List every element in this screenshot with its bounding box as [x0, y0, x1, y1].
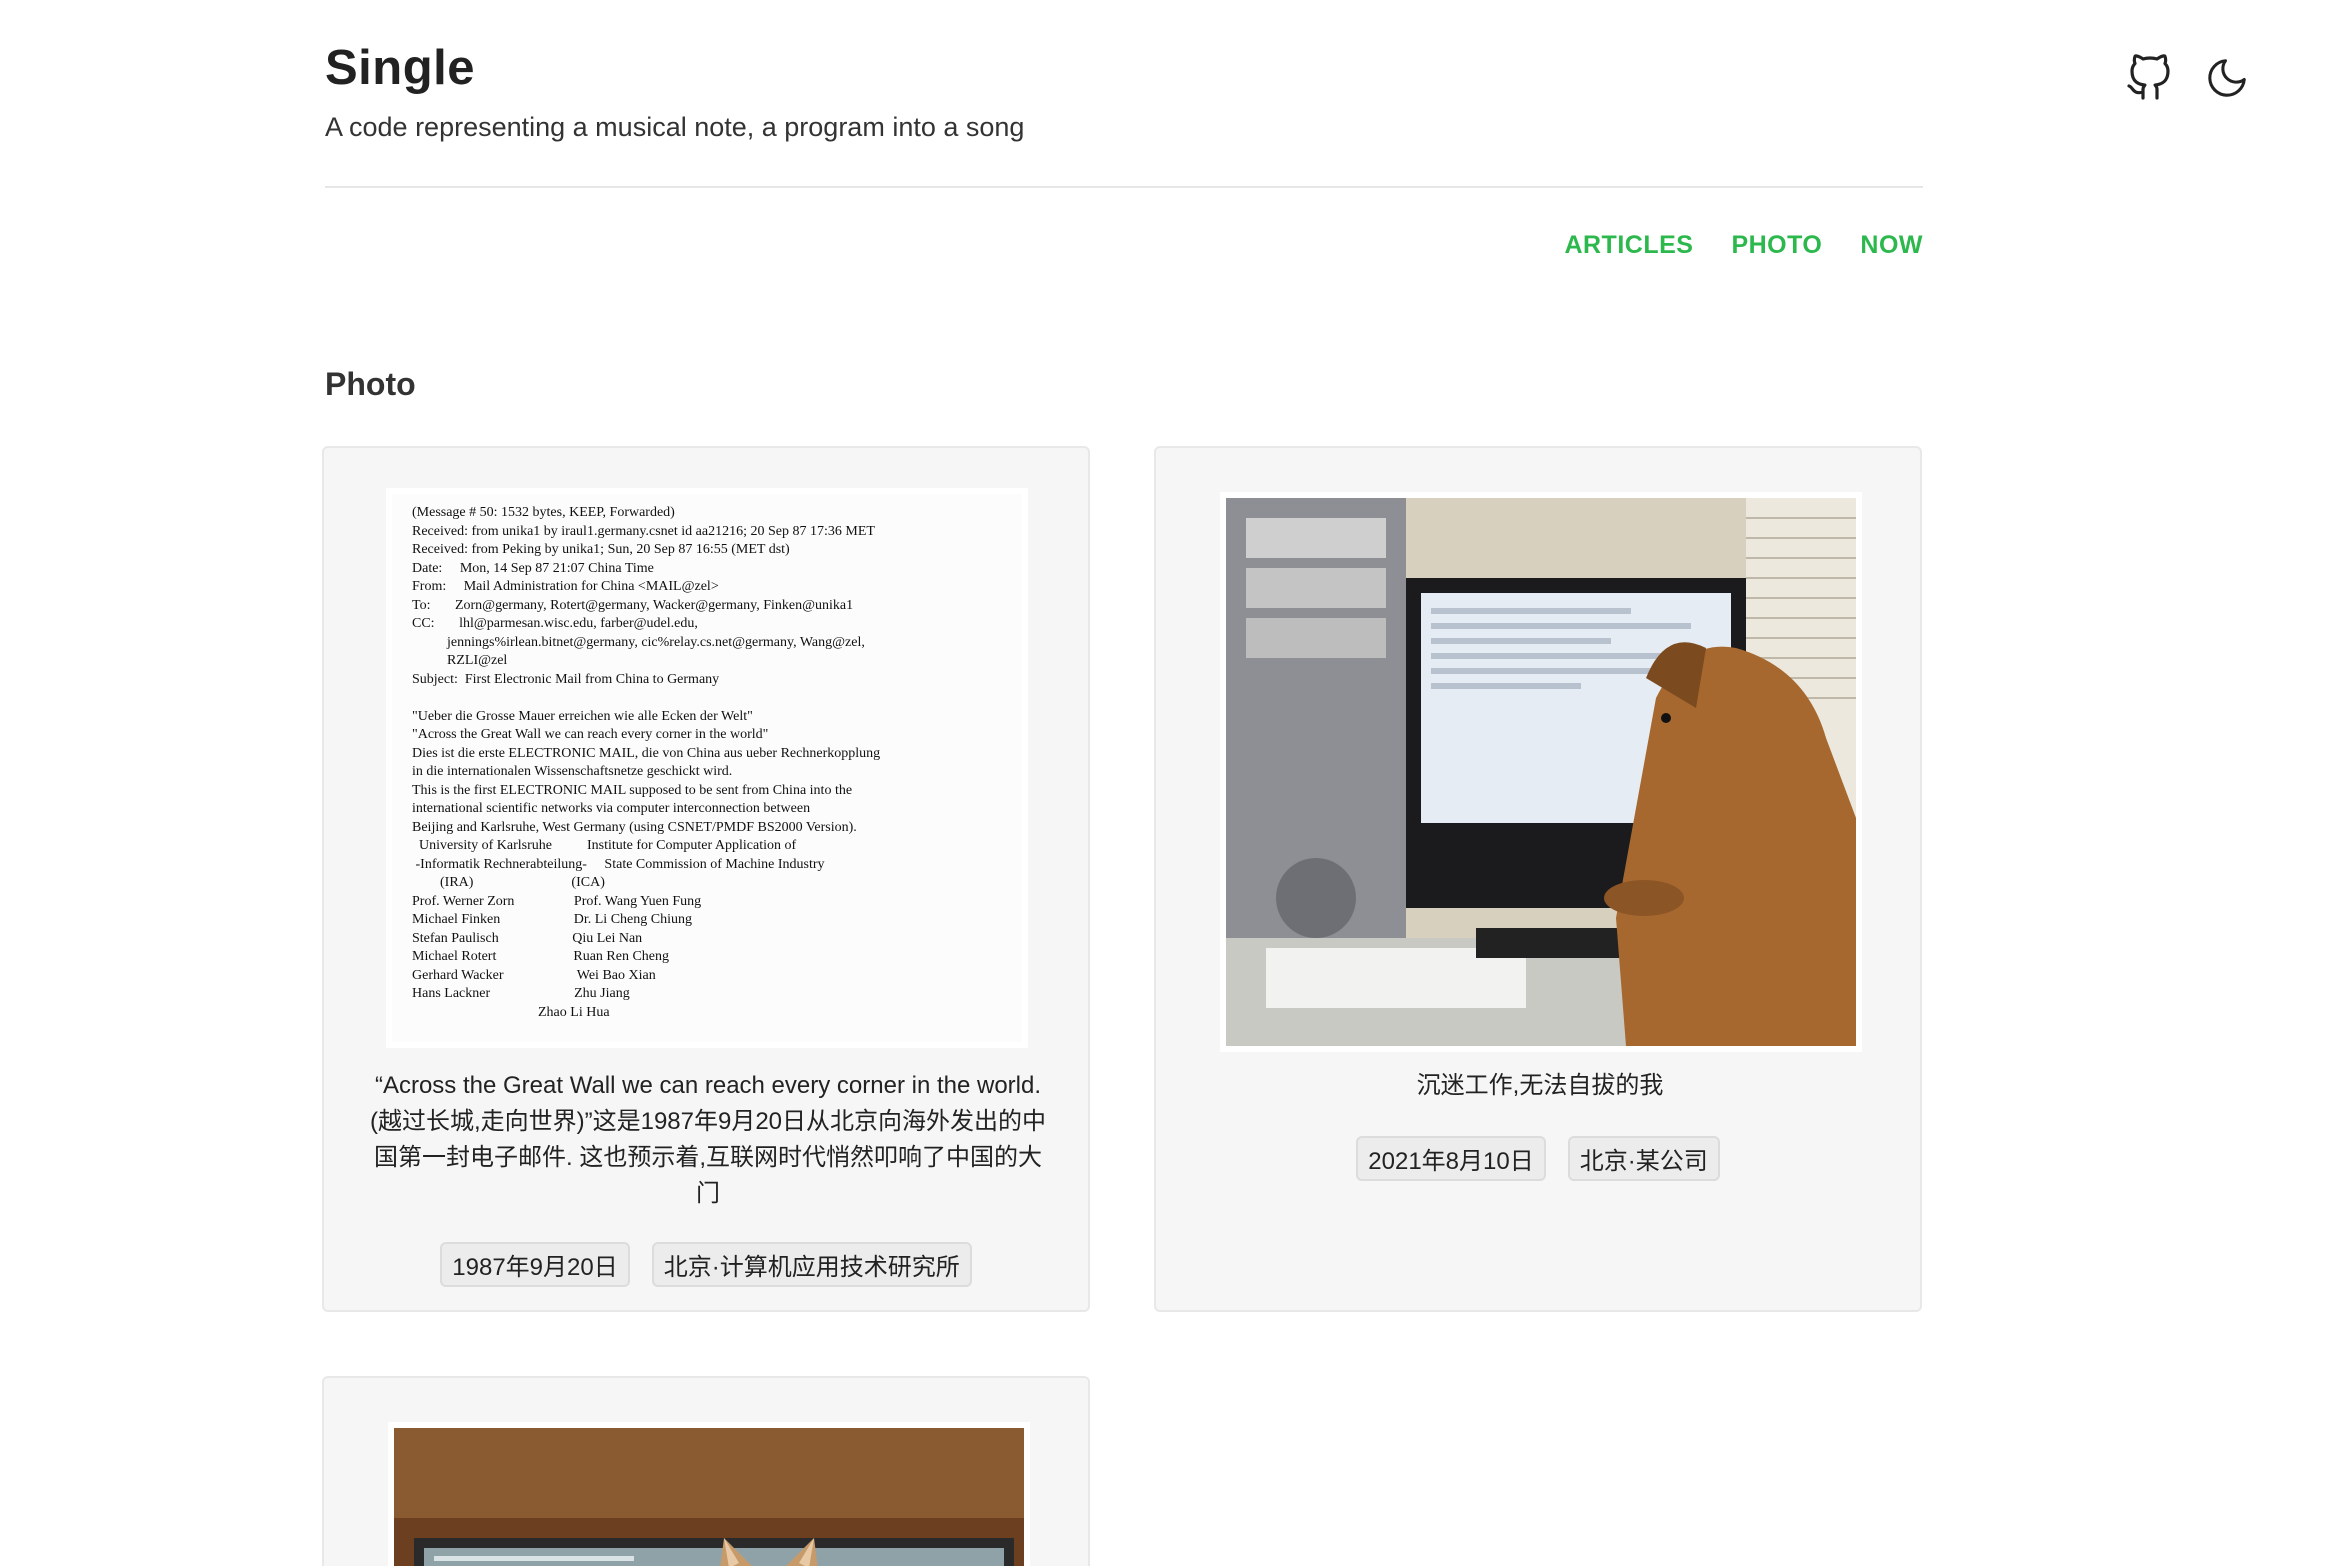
- photo-caption: “Across the Great Wall we can reach ever…: [369, 1072, 1047, 1207]
- photo-caption: 沉迷工作,无法自拔的我: [1416, 1072, 1664, 1099]
- date-tag: 1987年9月20日: [440, 1242, 630, 1287]
- nav-now[interactable]: NOW: [1860, 231, 1923, 260]
- photo-tags: 1987年9月20日 北京·计算机应用技术研究所: [324, 1242, 1088, 1287]
- github-link[interactable]: [2125, 52, 2173, 104]
- section-title: Photo: [325, 366, 416, 402]
- nav-articles[interactable]: ARTICLES: [1564, 231, 1693, 260]
- site-title[interactable]: Single: [325, 40, 1925, 96]
- header-icons: [2125, 52, 2251, 104]
- site-header: Single A code representing a musical not…: [325, 40, 2246, 142]
- location-tag: 北京·某公司: [1567, 1136, 1720, 1181]
- location-tag: 北京·计算机应用技术研究所: [651, 1242, 972, 1287]
- github-icon: [2127, 54, 2170, 100]
- email-document-photo: (Message # 50: 1532 bytes, KEEP, Forward…: [392, 494, 1022, 1042]
- cat-at-computer-photo: [394, 1428, 1024, 1566]
- theme-toggle-button[interactable]: [2203, 52, 2251, 104]
- site-subtitle: A code representing a musical note, a pr…: [325, 112, 1025, 142]
- photo-card: [322, 1376, 1090, 1566]
- moon-icon: [2208, 59, 2246, 97]
- photo-image[interactable]: [1220, 492, 1862, 1052]
- nav-photo[interactable]: PHOTO: [1731, 231, 1822, 260]
- photo-card: (Message # 50: 1532 bytes, KEEP, Forward…: [322, 446, 1090, 1312]
- main-nav: ARTICLES PHOTO NOW: [1564, 231, 1923, 260]
- photo-tags: 2021年8月10日 北京·某公司: [1156, 1136, 1920, 1181]
- header-divider: [325, 186, 1923, 188]
- photo-image[interactable]: (Message # 50: 1532 bytes, KEEP, Forward…: [386, 488, 1028, 1048]
- photo-card: 沉迷工作,无法自拔的我 2021年8月10日 北京·某公司: [1154, 446, 1922, 1312]
- photo-image[interactable]: [388, 1422, 1030, 1566]
- date-tag: 2021年8月10日: [1356, 1136, 1546, 1181]
- dog-at-computer-photo: [1226, 498, 1856, 1046]
